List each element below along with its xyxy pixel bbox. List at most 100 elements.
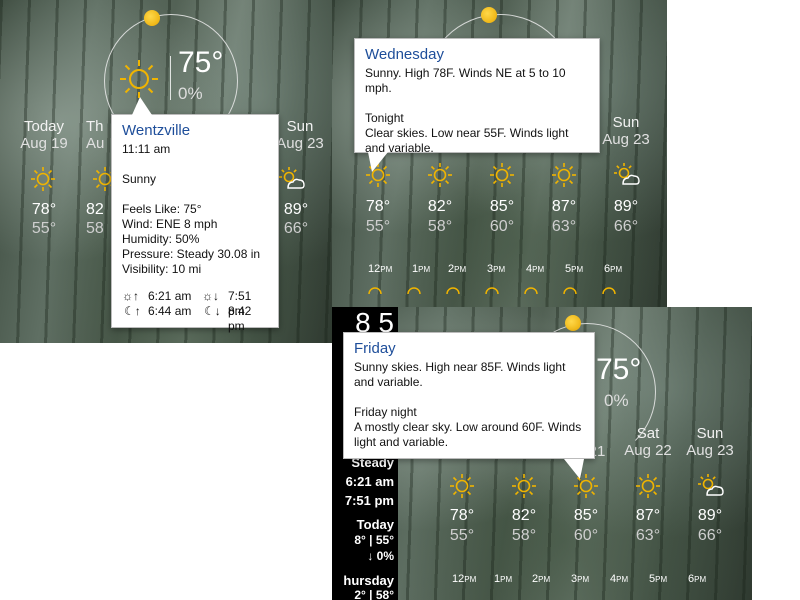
hour-label: 12PM <box>368 263 393 275</box>
high-temp: 89° <box>613 198 639 215</box>
tooltip-arrow <box>132 97 152 115</box>
tooltip-title: Wednesday <box>365 46 444 63</box>
day-forecast-tooltip: Friday Sunny skies. High near 85F. Winds… <box>343 332 595 459</box>
day-date: Aug 23 <box>686 442 734 459</box>
tooltip-title: Wentzville <box>122 122 191 139</box>
hour-label: 5PM <box>565 263 584 275</box>
low-temp: 63° <box>635 527 661 544</box>
hour-label: 2PM <box>448 263 467 275</box>
weather-panel-forecast-friday: 75° 0% 8 5 8 Steady 6:21 am 7:51 pm Toda… <box>332 307 752 600</box>
sun-icon <box>552 163 576 187</box>
sunrise-time: 6:21 am <box>148 289 192 303</box>
sun-icon <box>120 60 158 98</box>
day-column-today[interactable]: Today Aug 19 <box>14 118 74 152</box>
sidebar-sunrise: 6:21 am <box>345 474 394 489</box>
tooltip-arrow <box>564 459 584 479</box>
low-temp: 66° <box>697 527 723 544</box>
high-temp: 82° <box>511 507 537 524</box>
tooltip-night-forecast: A mostly clear sky. Low around 60F. Wind… <box>354 420 582 449</box>
sun-position-marker <box>565 315 581 331</box>
low-temp: 66° <box>283 220 309 237</box>
sun-icon <box>512 474 536 498</box>
partly-cloudy-icon <box>614 163 640 185</box>
low-temp: 58° <box>427 218 453 235</box>
sun-icon <box>31 167 55 191</box>
sidebar-next-day: hursday <box>343 573 394 588</box>
tooltip-title: Friday <box>354 340 396 357</box>
day-date: Aug 19 <box>20 135 68 152</box>
moonrise-icon: ☾↑ <box>124 304 141 318</box>
day-name: Today <box>23 118 65 135</box>
low-temp: 55° <box>31 220 57 237</box>
humidity: Humidity: 50% <box>122 232 200 246</box>
hour-label: 1PM <box>412 263 431 275</box>
tooltip-night-forecast: Clear skies. Low near 55F. Winds light a… <box>365 126 569 155</box>
high-temp: 78° <box>31 201 57 218</box>
high-temp: 78° <box>365 198 391 215</box>
current-temperature: 75° <box>596 353 642 386</box>
day-name: Sun <box>286 118 314 135</box>
day-column-sun[interactable]: Sun Aug 23 <box>680 425 740 459</box>
sidebar-next-temps: 2° | 58° <box>354 588 394 600</box>
day-date: Aug 22 <box>624 442 672 459</box>
sunset-icon: ☼↓ <box>202 289 219 303</box>
current-temperature: 75° <box>178 46 224 79</box>
hour-label: 6PM <box>604 263 623 275</box>
high-temp: 78° <box>449 507 475 524</box>
day-column-sat[interactable]: Sat Aug 22 <box>618 425 678 459</box>
hour-label: 2PM <box>532 573 551 585</box>
hour-label: 4PM <box>610 573 629 585</box>
visibility: Visibility: 10 mi <box>122 262 202 276</box>
high-temp: 87° <box>551 198 577 215</box>
hour-label: 5PM <box>649 573 668 585</box>
high-temp: 89° <box>697 507 723 524</box>
day-name: Sun <box>612 114 640 131</box>
sidebar-precip: ↓ 0% <box>367 549 394 563</box>
low-temp: 55° <box>449 527 475 544</box>
feels-like: Feels Like: 75° <box>122 202 202 216</box>
moonrise-time: 6:44 am <box>148 304 192 318</box>
precip-chance: 0% <box>604 391 629 410</box>
low-temp: 60° <box>573 527 599 544</box>
day-date: Aug 23 <box>276 135 324 152</box>
high-temp: 85° <box>573 507 599 524</box>
hour-label: 3PM <box>487 263 506 275</box>
sidebar-day: Today <box>356 517 394 532</box>
hour-label: 6PM <box>688 573 707 585</box>
precip-chance: 0% <box>178 84 203 103</box>
hour-label: 3PM <box>571 573 590 585</box>
day-name: Sun <box>696 425 724 442</box>
sidebar-temps: 8° | 55° <box>354 533 394 547</box>
partly-cloudy-icon <box>279 167 305 189</box>
high-temp: 87° <box>635 507 661 524</box>
day-forecast-tooltip: Wednesday Sunny. High 78F. Winds NE at 5… <box>354 38 600 155</box>
hour-label: 12PM <box>452 573 477 585</box>
tooltip-arrow <box>368 152 388 172</box>
hour-label: 1PM <box>494 573 513 585</box>
high-temp: 85° <box>489 198 515 215</box>
low-temp: 58° <box>511 527 537 544</box>
sunrise-icon: ☼↑ <box>122 289 139 303</box>
sun-icon <box>490 163 514 187</box>
low-temp: 55° <box>365 218 391 235</box>
tooltip-day-forecast: Sunny skies. High near 85F. Winds light … <box>354 360 566 389</box>
weather-panel-current: 75° 0% Today Aug 19 Th Au Sun Aug 23 78°… <box>0 0 332 343</box>
hour-label: 4PM <box>526 263 545 275</box>
sun-icon <box>636 474 660 498</box>
tooltip-condition: Sunny <box>122 172 157 186</box>
high-temp: 89° <box>283 201 309 218</box>
day-column-sun[interactable]: Sun Aug 23 <box>275 118 325 152</box>
day-name: Sat <box>636 425 660 442</box>
low-temp: 63° <box>551 218 577 235</box>
tooltip-day-forecast: Sunny. High 78F. Winds NE at 5 to 10 mph… <box>365 66 566 95</box>
sun-position-marker <box>144 10 160 26</box>
temp-divider <box>170 56 171 100</box>
day-column-sun[interactable]: Sun Aug 23 <box>596 114 656 148</box>
low-temp: 60° <box>489 218 515 235</box>
tooltip-night-label: Friday night <box>354 405 417 419</box>
partly-cloudy-icon <box>698 474 724 496</box>
location-details-tooltip: Wentzville 11:11 am Sunny Feels Like: 75… <box>111 114 279 333</box>
weather-panel-forecast: Sun Aug 23 78° 55° 82° 58° 85° 60° 87° 6… <box>332 0 667 307</box>
tooltip-time: 11:11 am <box>122 142 171 156</box>
high-temp: 82° <box>427 198 453 215</box>
